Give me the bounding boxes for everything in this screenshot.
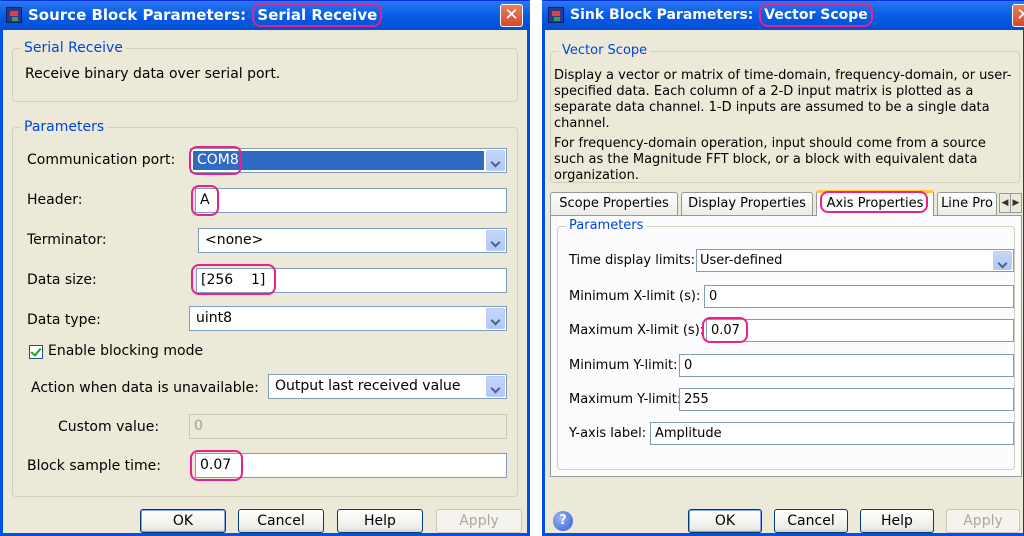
custom-value-input: 0 bbox=[189, 414, 507, 439]
description-paragraph-2: For frequency-domain operation, input sh… bbox=[554, 136, 986, 183]
description-group-label: Serial Receive bbox=[21, 40, 126, 56]
description-group: Vector Scope Display a vector or matrix … bbox=[550, 43, 1020, 183]
time-limits-label: Time display limits: bbox=[569, 253, 695, 268]
action-value: Output last received value bbox=[275, 378, 461, 394]
highlight-comm-port bbox=[189, 146, 242, 175]
tab-bar: Scope Properties Display Properties Axis… bbox=[550, 190, 1022, 216]
highlight-header bbox=[191, 185, 219, 216]
title-bar[interactable]: Sink Block Parameters: Vector Scope ✕ bbox=[542, 1, 1024, 30]
ok-button[interactable]: OK bbox=[140, 509, 226, 533]
chevron-down-icon[interactable] bbox=[486, 376, 505, 397]
terminator-label: Terminator: bbox=[27, 232, 107, 248]
min-x-label: Minimum X-limit (s): bbox=[569, 289, 701, 304]
axis-properties-pane: Parameters Time display limits: User-def… bbox=[550, 215, 1022, 477]
max-y-input[interactable]: 255 bbox=[679, 388, 1014, 411]
description-paragraph-1: Display a vector or matrix of time-domai… bbox=[554, 68, 1012, 131]
y-axis-label-label: Y-axis label: bbox=[569, 426, 647, 441]
custom-value-label: Custom value: bbox=[58, 419, 160, 435]
description-group: Serial Receive Receive binary data over … bbox=[12, 40, 518, 102]
title-prefix: Source Block Parameters: bbox=[28, 6, 247, 24]
apply-button: Apply bbox=[946, 509, 1020, 533]
parameters-group-label: Parameters bbox=[21, 119, 108, 135]
tab-display-properties[interactable]: Display Properties bbox=[681, 192, 813, 215]
description-group-label: Vector Scope bbox=[559, 43, 651, 58]
ok-button[interactable]: OK bbox=[688, 509, 762, 533]
min-y-input[interactable]: 0 bbox=[679, 354, 1014, 377]
chevron-down-icon[interactable] bbox=[486, 308, 505, 329]
title-prefix: Sink Block Parameters: bbox=[570, 7, 754, 23]
tab-line-properties[interactable]: Line Pro bbox=[937, 192, 997, 215]
enable-blocking-label: Enable blocking mode bbox=[48, 343, 204, 359]
data-size-label: Data size: bbox=[27, 272, 97, 288]
sample-time-label: Block sample time: bbox=[27, 458, 162, 474]
chevron-down-icon[interactable] bbox=[486, 150, 505, 171]
data-type-select[interactable]: uint8 bbox=[189, 306, 507, 331]
highlight-max-x bbox=[702, 317, 748, 343]
tab-scroll-right-icon[interactable]: ▶ bbox=[1010, 193, 1022, 213]
highlight-sample-time bbox=[190, 450, 243, 481]
cancel-button[interactable]: Cancel bbox=[238, 509, 324, 533]
y-axis-label-input[interactable]: Amplitude bbox=[650, 422, 1014, 445]
title-bar[interactable]: Source Block Parameters: Serial Receive … bbox=[0, 1, 530, 30]
simulink-app-icon bbox=[6, 7, 22, 23]
terminator-select[interactable]: <none> bbox=[198, 228, 507, 253]
chevron-down-icon[interactable] bbox=[486, 230, 505, 251]
highlight-axis-tab bbox=[820, 191, 928, 213]
tab-scope-properties[interactable]: Scope Properties bbox=[550, 192, 678, 215]
min-y-label: Minimum Y-limit: bbox=[569, 358, 678, 373]
action-label: Action when data is unavailable: bbox=[31, 380, 259, 396]
title-block-name: Serial Receive bbox=[252, 3, 383, 27]
window-title: Source Block Parameters: Serial Receive bbox=[28, 1, 383, 30]
close-button[interactable]: ✕ bbox=[500, 4, 523, 27]
apply-button: Apply bbox=[436, 509, 522, 533]
time-limits-value: User-defined bbox=[700, 253, 783, 268]
min-x-input[interactable]: 0 bbox=[704, 285, 1014, 308]
data-type-label: Data type: bbox=[27, 312, 101, 328]
vector-scope-dialog: Sink Block Parameters: Vector Scope ✕ Ve… bbox=[542, 0, 1024, 536]
action-select[interactable]: Output last received value bbox=[268, 374, 507, 399]
terminator-value: <none> bbox=[205, 232, 264, 248]
highlight-data-size bbox=[191, 264, 276, 295]
close-button[interactable]: ✕ bbox=[1012, 4, 1024, 27]
chevron-down-icon[interactable] bbox=[993, 251, 1012, 270]
window-title: Sink Block Parameters: Vector Scope bbox=[570, 1, 873, 30]
simulink-app-icon bbox=[548, 7, 564, 23]
parameters-group-label: Parameters bbox=[566, 218, 647, 233]
time-limits-select[interactable]: User-defined bbox=[696, 249, 1014, 272]
data-type-value: uint8 bbox=[196, 310, 233, 326]
title-block-name: Vector Scope bbox=[759, 3, 873, 27]
cancel-button[interactable]: Cancel bbox=[774, 509, 848, 533]
description-text: Receive binary data over serial port. bbox=[25, 66, 281, 82]
help-button[interactable]: Help bbox=[860, 509, 934, 533]
help-button[interactable]: Help bbox=[337, 509, 423, 533]
serial-receive-dialog: Source Block Parameters: Serial Receive … bbox=[0, 0, 530, 536]
max-y-label: Maximum Y-limit: bbox=[569, 392, 682, 407]
header-label: Header: bbox=[27, 192, 83, 208]
enable-blocking-checkbox[interactable] bbox=[29, 345, 43, 359]
max-x-input[interactable]: 0.07 bbox=[706, 319, 1014, 342]
max-x-label: Maximum X-limit (s): bbox=[569, 323, 705, 338]
help-question-icon[interactable]: ? bbox=[553, 511, 573, 531]
header-input[interactable]: A bbox=[195, 188, 507, 213]
comm-port-label: Communication port: bbox=[27, 152, 176, 168]
